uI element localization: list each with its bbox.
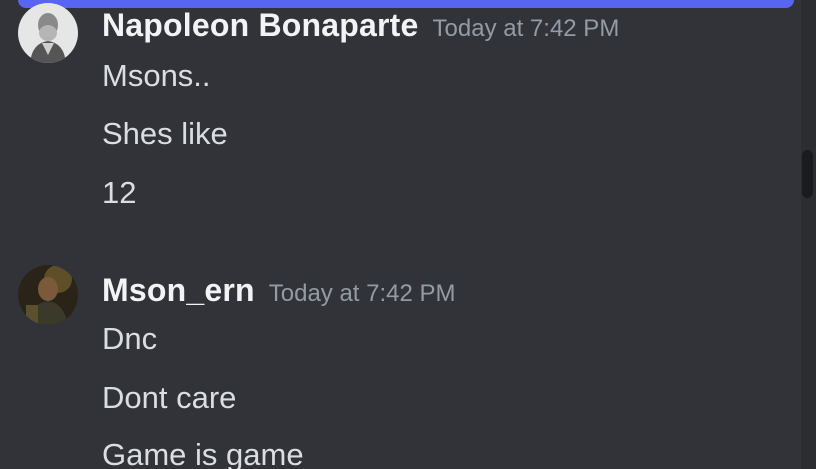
chat-viewport: Napoleon Bonaparte Today at 7:42 PM Msons… — [0, 0, 816, 469]
message-text: Msons.. — [102, 58, 211, 93]
scrollbar-track[interactable] — [801, 0, 816, 469]
statue-portrait-avatar-icon — [18, 3, 78, 63]
message-text: Dnc — [102, 321, 158, 356]
timestamp[interactable]: Today at 7:42 PM — [433, 15, 620, 42]
username[interactable]: Napoleon Bonaparte — [102, 7, 419, 43]
username[interactable]: Mson_ern — [102, 272, 255, 308]
message-header: Mson_ern Today at 7:42 PM — [102, 272, 456, 309]
avatar[interactable] — [18, 3, 78, 63]
message-text: Dont care — [102, 380, 237, 415]
message-text: 12 — [102, 175, 137, 210]
message-header: Napoleon Bonaparte Today at 7:42 PM — [102, 7, 619, 44]
message-text: Shes like — [102, 116, 228, 151]
message-text: Game is game — [102, 437, 304, 469]
timestamp[interactable]: Today at 7:42 PM — [269, 280, 456, 307]
dark-portrait-avatar-icon — [18, 265, 78, 325]
scrollbar-thumb[interactable] — [802, 150, 813, 198]
avatar[interactable] — [18, 265, 78, 325]
